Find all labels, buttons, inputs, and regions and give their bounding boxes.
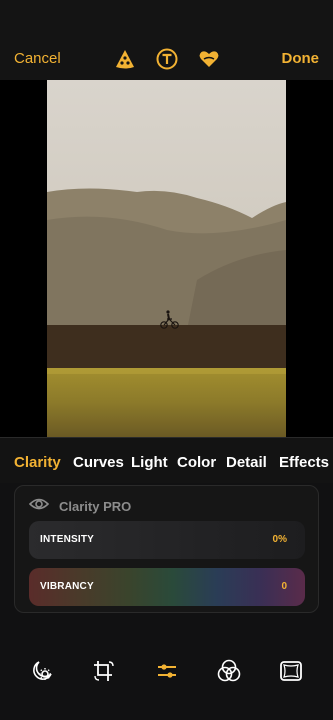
tool-bar xyxy=(0,623,333,720)
done-button[interactable]: Done xyxy=(282,50,320,67)
cancel-button[interactable]: Cancel xyxy=(14,50,61,67)
tab-curves[interactable]: Curves xyxy=(73,454,124,471)
eye-icon[interactable] xyxy=(28,497,50,516)
adjust-sliders-icon[interactable] xyxy=(154,658,180,684)
vibrancy-value: 0 xyxy=(281,581,287,592)
vibrancy-slider[interactable]: VIBRANCY 0 xyxy=(29,568,305,606)
tab-detail[interactable]: Detail xyxy=(226,454,267,471)
intensity-slider[interactable]: INTENSITY 0% xyxy=(29,521,305,559)
tab-color[interactable]: Color xyxy=(177,454,216,471)
heart-icon[interactable] xyxy=(197,47,221,71)
pizza-icon[interactable] xyxy=(113,47,137,71)
photo-canvas xyxy=(0,80,333,437)
tab-clarity[interactable]: Clarity xyxy=(14,454,61,471)
top-bar: Cancel Done xyxy=(0,0,333,80)
vibrancy-label: VIBRANCY xyxy=(40,581,94,592)
panel-header: Clarity PRO xyxy=(28,496,132,516)
panel-title: Clarity PRO xyxy=(59,498,132,514)
sun-moon-icon[interactable] xyxy=(29,658,55,684)
color-circles-icon[interactable] xyxy=(216,658,242,684)
frame-icon[interactable] xyxy=(278,658,304,684)
edited-photo xyxy=(47,80,286,437)
tab-effects[interactable]: Effects xyxy=(279,454,329,471)
top-icon-group xyxy=(113,47,221,71)
intensity-value: 0% xyxy=(272,534,287,545)
intensity-label: INTENSITY xyxy=(40,534,95,545)
adjustment-tabs: Clarity Curves Light Color Detail Effect… xyxy=(0,437,333,483)
clarity-panel: Clarity PRO INTENSITY 0% VIBRANCY 0 xyxy=(14,485,319,613)
tab-light[interactable]: Light xyxy=(131,454,168,471)
crop-rotate-icon[interactable] xyxy=(91,658,117,684)
text-t-icon[interactable] xyxy=(155,47,179,71)
